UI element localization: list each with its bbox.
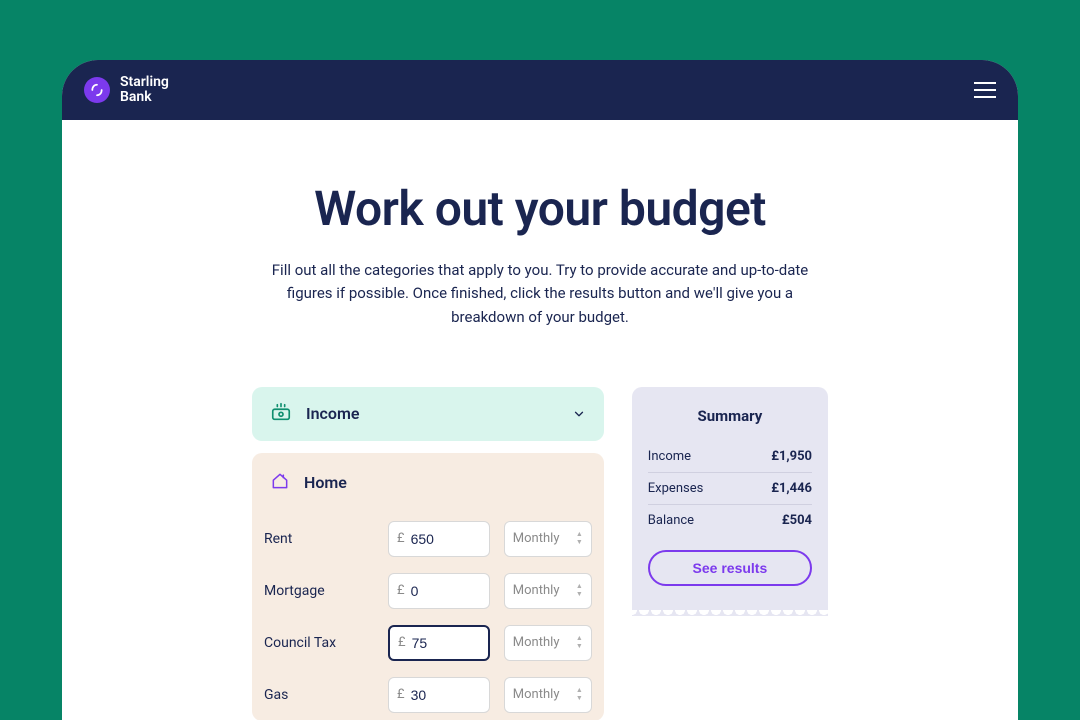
summary-column: Summary Income £1,950 Expenses £1,446 Ba…	[632, 387, 828, 720]
updown-icon: ▲▼	[576, 583, 583, 598]
brand[interactable]: Starling Bank	[84, 75, 169, 104]
home-label: Home	[304, 473, 347, 492]
categories-column: Income	[252, 387, 604, 720]
income-category-header[interactable]: Income	[252, 387, 604, 441]
summary-title: Summary	[648, 407, 812, 425]
amount-input-wrapper[interactable]: £	[388, 573, 490, 609]
amount-input-wrapper[interactable]: £	[388, 521, 490, 557]
menu-button[interactable]	[974, 82, 996, 98]
expense-row: Gas £ Monthly ▲▼	[264, 669, 592, 720]
home-category-header[interactable]: Home	[264, 465, 592, 513]
amount-input-wrapper[interactable]: £	[388, 625, 490, 661]
income-label: Income	[306, 404, 359, 423]
frequency-select[interactable]: Monthly ▲▼	[504, 625, 592, 661]
summary-income-row: Income £1,950	[648, 441, 812, 473]
amount-input[interactable]	[412, 635, 480, 651]
app-window: Starling Bank Work out your budget Fill …	[62, 60, 1018, 720]
frequency-value: Monthly	[513, 583, 560, 598]
topbar: Starling Bank	[62, 60, 1018, 120]
brand-logo-icon	[84, 77, 110, 103]
summary-card: Summary Income £1,950 Expenses £1,446 Ba…	[632, 387, 828, 606]
home-icon	[270, 471, 290, 495]
expense-row: Rent £ Monthly ▲▼	[264, 513, 592, 565]
receipt-edge-decoration	[632, 606, 828, 616]
frequency-value: Monthly	[513, 531, 560, 546]
home-category: Home Rent£Monthly▲▼Mortgage£Monthly▲▼Cou…	[252, 453, 604, 720]
columns: Income	[252, 387, 828, 720]
expense-label: Mortgage	[264, 583, 374, 599]
summary-income-value: £1,950	[771, 449, 812, 464]
amount-input[interactable]	[411, 531, 481, 547]
frequency-select[interactable]: Monthly ▲▼	[504, 521, 592, 557]
income-icon	[270, 401, 292, 427]
currency-symbol: £	[398, 635, 406, 650]
updown-icon: ▲▼	[576, 687, 583, 702]
amount-input[interactable]	[411, 583, 481, 599]
amount-input[interactable]	[411, 687, 481, 703]
expense-label: Gas	[264, 687, 374, 703]
frequency-select[interactable]: Monthly ▲▼	[504, 573, 592, 609]
updown-icon: ▲▼	[576, 531, 583, 546]
expense-label: Rent	[264, 531, 374, 547]
expense-label: Council Tax	[264, 635, 374, 651]
updown-icon: ▲▼	[576, 635, 583, 650]
amount-input-wrapper[interactable]: £	[388, 677, 490, 713]
summary-balance-row: Balance £504	[648, 505, 812, 536]
summary-expenses-label: Expenses	[648, 481, 704, 496]
currency-symbol: £	[397, 531, 405, 546]
currency-symbol: £	[397, 687, 405, 702]
page-subtitle: Fill out all the categories that apply t…	[252, 259, 828, 329]
brand-name: Starling Bank	[120, 75, 169, 104]
summary-expenses-row: Expenses £1,446	[648, 473, 812, 505]
content-area: Work out your budget Fill out all the ca…	[62, 120, 1018, 720]
summary-income-label: Income	[648, 449, 691, 464]
expense-row: Mortgage £ Monthly ▲▼	[264, 565, 592, 617]
page-title: Work out your budget	[252, 180, 828, 237]
frequency-select[interactable]: Monthly ▲▼	[504, 677, 592, 713]
frequency-value: Monthly	[513, 635, 560, 650]
summary-balance-value: £504	[782, 513, 812, 528]
see-results-button[interactable]: See results	[648, 550, 812, 586]
expense-row: Council Tax £ Monthly ▲▼	[264, 617, 592, 669]
frequency-value: Monthly	[513, 687, 560, 702]
summary-expenses-value: £1,446	[771, 481, 812, 496]
hamburger-icon	[974, 82, 996, 84]
currency-symbol: £	[397, 583, 405, 598]
chevron-down-icon	[572, 407, 586, 421]
summary-balance-label: Balance	[648, 513, 694, 528]
